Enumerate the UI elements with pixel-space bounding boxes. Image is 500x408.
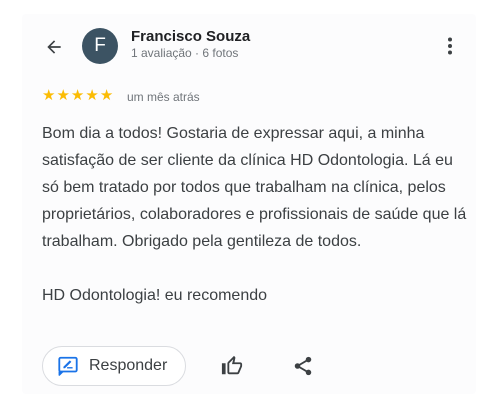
review-paragraph: Bom dia a todos! Gostaria de expressar a… xyxy=(42,125,467,250)
avatar[interactable]: F xyxy=(82,28,118,64)
star-icon: ★ xyxy=(56,87,70,104)
rate-review-icon xyxy=(58,356,78,376)
share-button[interactable] xyxy=(291,354,315,378)
respond-button[interactable]: Responder xyxy=(42,346,186,386)
review-time: um mês atrás xyxy=(127,90,200,104)
star-icon: ★ xyxy=(85,87,99,104)
respond-label: Responder xyxy=(89,357,168,374)
more-options-button[interactable] xyxy=(438,34,462,58)
star-icon: ★ xyxy=(42,87,56,104)
avatar-initial: F xyxy=(94,35,106,56)
arrow-back-icon xyxy=(47,40,61,54)
star-icon: ★ xyxy=(99,87,114,104)
more-vert-icon xyxy=(448,37,452,55)
like-button[interactable] xyxy=(220,354,244,378)
star-rating: ★ ★ ★ ★ ★ xyxy=(42,88,114,104)
reviewer-meta: 1 avaliação · 6 fotos xyxy=(131,46,239,60)
review-text: Bom dia a todos! Gostaria de expressar a… xyxy=(42,120,472,309)
reviewer-name[interactable]: Francisco Souza xyxy=(131,28,250,45)
back-button[interactable] xyxy=(42,35,66,59)
thumb-up-icon xyxy=(221,355,243,375)
review-paragraph: HD Odontologia! eu recomendo xyxy=(42,287,268,304)
star-icon: ★ xyxy=(70,87,85,104)
share-icon xyxy=(294,356,312,376)
